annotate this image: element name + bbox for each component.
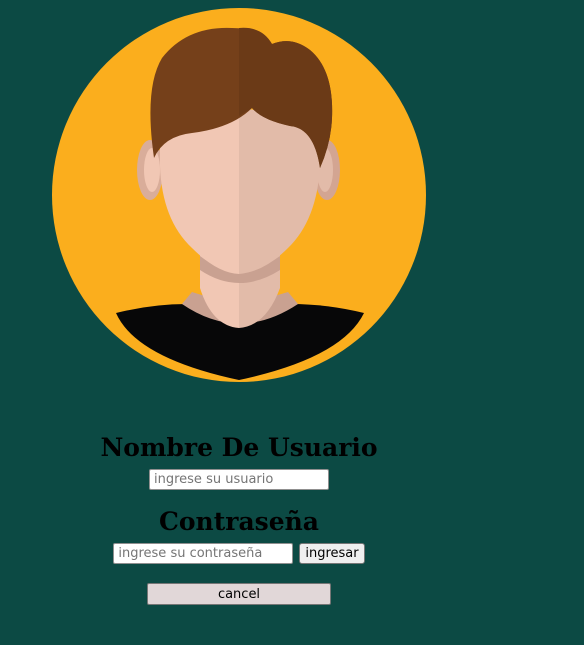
password-heading: Contraseña xyxy=(158,507,320,536)
password-input[interactable] xyxy=(113,543,294,564)
username-heading: Nombre De Usuario xyxy=(100,433,378,462)
username-row xyxy=(0,469,478,490)
ingresar-button[interactable]: ingresar xyxy=(299,543,365,564)
password-row: ingresar xyxy=(0,543,478,564)
cancel-row: cancel xyxy=(0,583,478,605)
login-form: Nombre De Usuario Contraseña ingresar ca… xyxy=(0,420,478,605)
cancel-button[interactable]: cancel xyxy=(147,583,331,605)
user-avatar-icon xyxy=(52,8,426,382)
username-input[interactable] xyxy=(149,469,329,490)
